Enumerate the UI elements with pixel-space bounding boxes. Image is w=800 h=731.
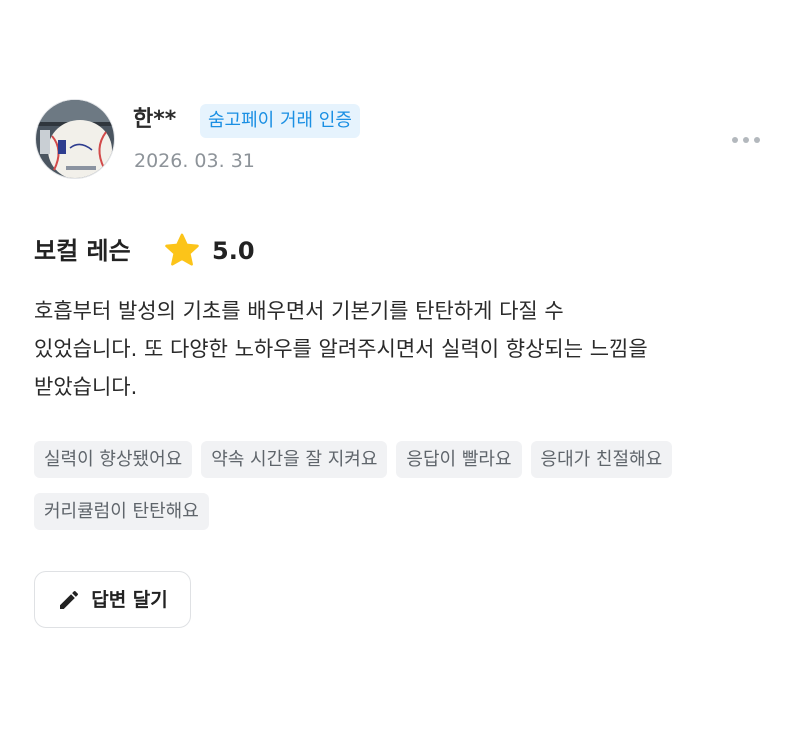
more-horizontal-icon-dot — [754, 137, 760, 143]
rating-value: 5.0 — [212, 237, 255, 265]
review-text: 호흡부터 발성의 기초를 배우면서 기본기를 탄탄하게 다질 수 있었습니다. … — [34, 292, 764, 406]
review-tag: 응대가 친절해요 — [530, 441, 673, 478]
review-tag: 응답이 빨라요 — [396, 441, 522, 478]
review-tag: 커리큘럼이 탄탄해요 — [34, 493, 209, 530]
avatar-photo — [36, 100, 114, 178]
review-date: 2026. 03. 31 — [134, 150, 255, 172]
review-text-line: 있었습니다. 또 다양한 노하우를 알려주시면서 실력이 향상되는 느낌을 — [34, 337, 648, 361]
pencil-icon — [60, 590, 79, 609]
author-name: 한** — [133, 107, 177, 132]
reply-button-label: 답변 달기 — [91, 588, 168, 611]
review-text-line: 받았습니다. — [34, 375, 138, 399]
verification-badge: 숨고페이 거래 인증 — [200, 104, 360, 138]
avatar[interactable] — [35, 99, 115, 179]
more-options-button[interactable] — [722, 126, 770, 154]
review-tags: 실력이 향상됐어요 약속 시간을 잘 지켜요 응답이 빨라요 응대가 친절해요 … — [34, 441, 754, 530]
more-horizontal-icon — [732, 137, 738, 143]
star-icon — [165, 233, 199, 266]
more-horizontal-icon-dot — [743, 137, 749, 143]
service-title: 보컬 레슨 — [34, 237, 131, 265]
reply-button[interactable]: 답변 달기 — [34, 571, 191, 628]
review-tag: 실력이 향상됐어요 — [34, 441, 193, 478]
review-tag: 약속 시간을 잘 지켜요 — [201, 441, 388, 478]
review-card: 한** 숨고페이 거래 인증 2026. 03. 31 보컬 레슨 5.0 호흡… — [0, 0, 800, 731]
review-text-line: 호흡부터 발성의 기초를 배우면서 기본기를 탄탄하게 다질 수 — [34, 299, 564, 323]
